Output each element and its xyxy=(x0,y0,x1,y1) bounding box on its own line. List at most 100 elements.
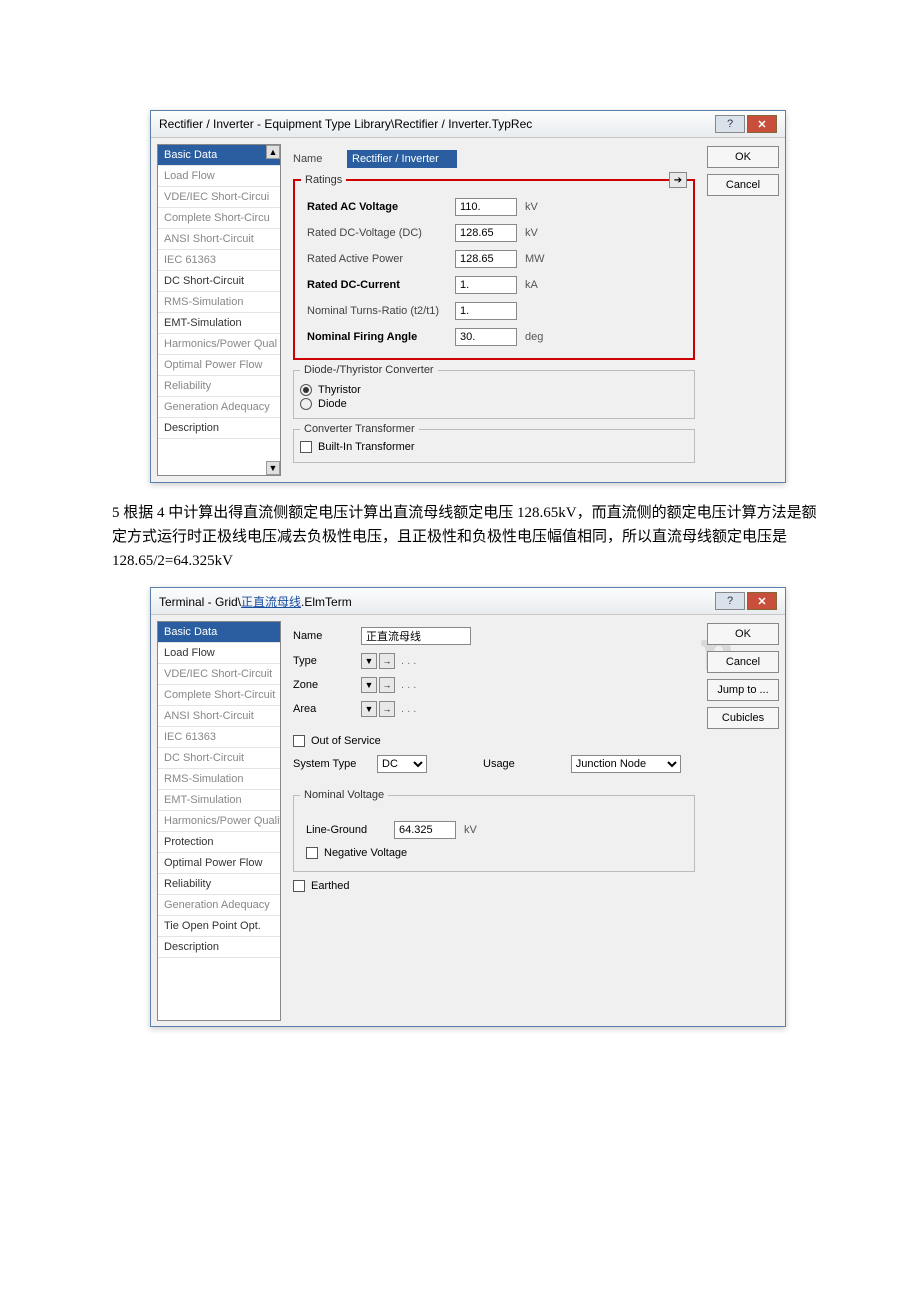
firing-angle-input[interactable] xyxy=(455,328,517,346)
system-type-label: System Type xyxy=(293,758,369,770)
dialog1-sidebar: ▲ Basic Data Load Flow VDE/IEC Short-Cir… xyxy=(157,144,281,476)
sidebar-item-basic-data[interactable]: Basic Data xyxy=(158,622,280,643)
rating-label: Nominal Turns-Ratio (t2/t1) xyxy=(307,305,447,317)
type-selector[interactable]: ▼→. . . xyxy=(361,653,416,669)
sidebar-item[interactable]: EMT-Simulation xyxy=(158,313,280,334)
rating-label: Nominal Firing Angle xyxy=(307,331,447,343)
earthed-checkbox[interactable]: Earthed xyxy=(293,880,350,892)
builtin-transformer-checkbox[interactable]: Built-In Transformer xyxy=(300,441,415,453)
sidebar-item[interactable]: IEC 61363 xyxy=(158,250,280,271)
nomv-legend: Nominal Voltage xyxy=(300,789,388,801)
dialog2-main: Name Type ▼→. . . Zone ▼→. . . Area xyxy=(287,621,701,1021)
close-icon[interactable]: ✕ xyxy=(747,592,777,610)
rectifier-dialog: Rectifier / Inverter - Equipment Type Li… xyxy=(150,110,786,483)
transformer-fieldset: Converter Transformer Built-In Transform… xyxy=(293,423,695,463)
sidebar-item[interactable]: IEC 61363 xyxy=(158,727,280,748)
converter-fieldset: Diode-/Thyristor Converter Thyristor Dio… xyxy=(293,364,695,419)
terminal-name-input[interactable] xyxy=(361,627,471,645)
scroll-down-icon[interactable]: ▼ xyxy=(266,461,280,475)
sidebar-item[interactable]: Optimal Power Flow xyxy=(158,853,280,874)
zone-selector[interactable]: ▼→. . . xyxy=(361,677,416,693)
jump-to-button[interactable]: Jump to ... xyxy=(707,679,779,701)
arrow-right-icon: → xyxy=(379,653,395,669)
sidebar-item[interactable]: ANSI Short-Circuit xyxy=(158,229,280,250)
dropdown-icon: ▼ xyxy=(361,677,377,693)
help-icon[interactable]: ? xyxy=(715,115,745,133)
line-ground-input[interactable] xyxy=(394,821,456,839)
sidebar-item[interactable]: Reliability xyxy=(158,874,280,895)
unit: kV xyxy=(525,201,555,213)
name-label: Name xyxy=(293,153,339,165)
sidebar-item[interactable]: DC Short-Circuit xyxy=(158,748,280,769)
unit: kV xyxy=(525,227,555,239)
sidebar-item[interactable]: Complete Short-Circuit xyxy=(158,685,280,706)
sidebar-item[interactable]: Load Flow xyxy=(158,166,280,187)
rated-active-power-input[interactable] xyxy=(455,250,517,268)
unit: MW xyxy=(525,253,555,265)
sidebar-item[interactable]: Load Flow xyxy=(158,643,280,664)
unit: kA xyxy=(525,279,555,291)
sidebar-item[interactable]: Description xyxy=(158,937,280,958)
rating-label: Rated Active Power xyxy=(307,253,447,265)
dialog1-main: Name Ratings ➔ Rated AC Voltage kV Rated… xyxy=(287,144,701,476)
help-icon[interactable]: ? xyxy=(715,592,745,610)
sidebar-item[interactable]: ANSI Short-Circuit xyxy=(158,706,280,727)
line-ground-label: Line-Ground xyxy=(306,824,386,836)
cubicles-button[interactable]: Cubicles xyxy=(707,707,779,729)
thyristor-radio[interactable]: Thyristor xyxy=(300,384,688,396)
turns-ratio-input[interactable] xyxy=(455,302,517,320)
arrow-right-icon[interactable]: ➔ xyxy=(669,172,687,188)
rated-dc-voltage-input[interactable] xyxy=(455,224,517,242)
sidebar-item[interactable]: Tie Open Point Opt. xyxy=(158,916,280,937)
close-icon[interactable]: ✕ xyxy=(747,115,777,133)
system-type-select[interactable]: DC xyxy=(377,755,427,773)
usage-select[interactable]: Junction Node xyxy=(571,755,681,773)
ratings-fieldset: Ratings ➔ Rated AC Voltage kV Rated DC-V… xyxy=(293,174,695,360)
sidebar-item[interactable]: Complete Short-Circu xyxy=(158,208,280,229)
zone-label: Zone xyxy=(293,679,353,691)
out-of-service-checkbox[interactable]: Out of Service xyxy=(293,735,381,747)
transformer-legend: Converter Transformer xyxy=(300,423,419,435)
ok-button[interactable]: OK xyxy=(707,146,779,168)
sidebar-item[interactable]: EMT-Simulation xyxy=(158,790,280,811)
diode-radio[interactable]: Diode xyxy=(300,398,688,410)
sidebar-item[interactable]: Optimal Power Flow xyxy=(158,355,280,376)
cancel-button[interactable]: Cancel xyxy=(707,174,779,196)
sidebar-item-basic-data[interactable]: Basic Data xyxy=(158,145,280,166)
dialog2-titlebar: Terminal - Grid\正直流母线.ElmTerm ? ✕ xyxy=(151,588,785,615)
area-label: Area xyxy=(293,703,353,715)
rated-ac-voltage-input[interactable] xyxy=(455,198,517,216)
sidebar-item[interactable]: Description xyxy=(158,418,280,439)
sidebar-item[interactable]: VDE/IEC Short-Circuit xyxy=(158,664,280,685)
rating-label: Rated DC-Current xyxy=(307,279,447,291)
sidebar-item[interactable]: DC Short-Circuit xyxy=(158,271,280,292)
sidebar-item[interactable]: RMS-Simulation xyxy=(158,292,280,313)
scroll-up-icon[interactable]: ▲ xyxy=(266,145,280,159)
sidebar-item[interactable]: Reliability xyxy=(158,376,280,397)
nominal-voltage-fieldset: Nominal Voltage Line-Ground kV Negative … xyxy=(293,789,695,872)
terminal-dialog: Terminal - Grid\正直流母线.ElmTerm ? ✕ WWW.do… xyxy=(150,587,786,1027)
dialog1-title: Rectifier / Inverter - Equipment Type Li… xyxy=(159,117,532,131)
rating-label: Rated AC Voltage xyxy=(307,201,447,213)
document-paragraph: 5 根据 4 中计算出得直流侧额定电压计算出直流母线额定电压 128.65kV，… xyxy=(112,501,830,573)
ok-button[interactable]: OK xyxy=(707,623,779,645)
name-label: Name xyxy=(293,630,353,642)
rated-dc-current-input[interactable] xyxy=(455,276,517,294)
usage-label: Usage xyxy=(483,758,515,770)
dialog2-title: Terminal - Grid\正直流母线.ElmTerm xyxy=(159,593,352,610)
name-input[interactable] xyxy=(347,150,457,168)
negative-voltage-checkbox[interactable]: Negative Voltage xyxy=(306,847,407,859)
sidebar-item[interactable]: Protection xyxy=(158,832,280,853)
sidebar-item[interactable]: RMS-Simulation xyxy=(158,769,280,790)
sidebar-item[interactable]: VDE/IEC Short-Circui xyxy=(158,187,280,208)
sidebar-item[interactable]: Harmonics/Power Quality xyxy=(158,811,280,832)
cancel-button[interactable]: Cancel xyxy=(707,651,779,673)
type-label: Type xyxy=(293,655,353,667)
sidebar-item[interactable]: Harmonics/Power Qual xyxy=(158,334,280,355)
sidebar-item[interactable]: Generation Adequacy xyxy=(158,895,280,916)
arrow-right-icon: → xyxy=(379,701,395,717)
converter-legend: Diode-/Thyristor Converter xyxy=(300,364,438,376)
area-selector[interactable]: ▼→. . . xyxy=(361,701,416,717)
title-link[interactable]: 正直流母线 xyxy=(241,595,301,609)
sidebar-item[interactable]: Generation Adequacy xyxy=(158,397,280,418)
